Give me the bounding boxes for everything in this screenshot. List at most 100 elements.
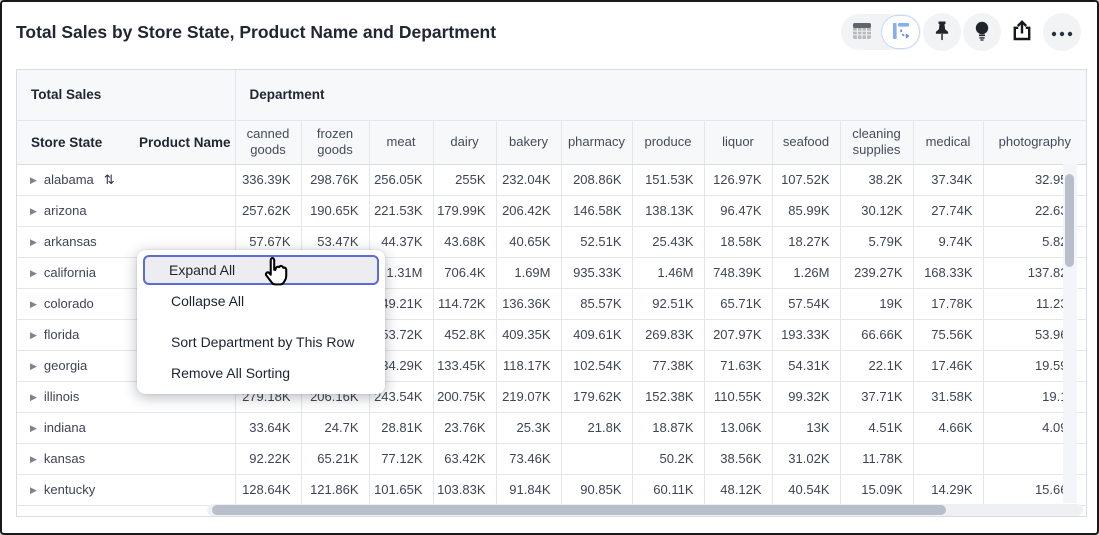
value-cell[interactable]: 31.58K — [913, 381, 983, 412]
sort-indicator-icon[interactable]: ⇅ — [104, 172, 115, 187]
value-cell[interactable]: 118.17K — [496, 350, 561, 381]
value-cell[interactable]: 71.63K — [704, 350, 772, 381]
column-header-liquor[interactable]: liquor — [704, 120, 772, 164]
value-cell[interactable]: 50.2K — [632, 443, 704, 474]
column-header-frozen-goods[interactable]: frozen goods — [301, 120, 369, 164]
value-cell[interactable]: 101.65K — [369, 474, 433, 505]
value-cell[interactable]: 75.56K — [913, 319, 983, 350]
value-cell[interactable]: 146.58K — [561, 195, 632, 226]
vertical-scrollbar-thumb[interactable] — [1065, 174, 1074, 267]
value-cell[interactable]: 5.79K — [840, 226, 913, 257]
value-cell[interactable]: 4.66K — [913, 412, 983, 443]
export-button[interactable] — [1003, 13, 1041, 51]
value-cell[interactable]: 935.33K — [561, 257, 632, 288]
value-cell[interactable]: 28.81K — [369, 412, 433, 443]
value-cell[interactable]: 54.31K — [772, 350, 840, 381]
state-cell-kentucky[interactable]: ▶kentucky — [17, 474, 135, 505]
column-header-dairy[interactable]: dairy — [433, 120, 496, 164]
value-cell[interactable]: 1.46M — [632, 257, 704, 288]
expand-triangle-icon[interactable]: ▶ — [30, 392, 37, 403]
value-cell[interactable]: 239.27K — [840, 257, 913, 288]
value-cell[interactable]: 133.45K — [433, 350, 496, 381]
state-cell-arizona[interactable]: ▶arizona — [17, 195, 135, 226]
value-cell[interactable]: 13.06K — [704, 412, 772, 443]
expand-triangle-icon[interactable]: ▶ — [30, 175, 37, 186]
value-cell[interactable]: 13K — [772, 412, 840, 443]
value-cell[interactable]: 200.75K — [433, 381, 496, 412]
value-cell[interactable]: 25.3K — [496, 412, 561, 443]
value-cell[interactable]: 18.27K — [772, 226, 840, 257]
menu-item-collapse-all[interactable]: Collapse All — [143, 286, 379, 316]
value-cell[interactable]: 38.56K — [704, 443, 772, 474]
value-cell[interactable]: 193.33K — [772, 319, 840, 350]
value-cell[interactable]: 24.7K — [301, 412, 369, 443]
column-header-meat[interactable]: meat — [369, 120, 433, 164]
value-cell[interactable]: 151.53K — [632, 164, 704, 195]
value-cell[interactable]: 22.1K — [840, 350, 913, 381]
value-cell[interactable]: 85.57K — [561, 288, 632, 319]
value-cell[interactable]: 103.83K — [433, 474, 496, 505]
column-header-cleaning-supplies[interactable]: cleaning supplies — [840, 120, 913, 164]
value-cell[interactable]: 37.71K — [840, 381, 913, 412]
value-cell[interactable]: 208.86K — [561, 164, 632, 195]
value-cell[interactable]: 1.26M — [772, 257, 840, 288]
state-cell-alabama[interactable]: ▶alabama⇅ — [17, 164, 135, 195]
value-cell[interactable]: 110.55K — [704, 381, 772, 412]
state-cell-colorado[interactable]: ▶colorado — [17, 288, 135, 319]
value-cell[interactable]: 336.39K — [235, 164, 301, 195]
value-cell[interactable]: 190.65K — [301, 195, 369, 226]
value-cell[interactable]: 65.71K — [704, 288, 772, 319]
value-cell[interactable] — [561, 443, 632, 474]
value-cell[interactable]: 179.99K — [433, 195, 496, 226]
expand-triangle-icon[interactable]: ▶ — [30, 423, 37, 434]
more-button[interactable] — [1043, 13, 1081, 51]
value-cell[interactable]: 30.12K — [840, 195, 913, 226]
value-cell[interactable]: 91.84K — [496, 474, 561, 505]
column-header-seafood[interactable]: seafood — [772, 120, 840, 164]
value-cell[interactable]: 138.13K — [632, 195, 704, 226]
value-cell[interactable]: 152.38K — [632, 381, 704, 412]
value-cell[interactable] — [913, 443, 983, 474]
column-dimension-header[interactable]: Department — [235, 70, 1086, 120]
value-cell[interactable]: 219.07K — [496, 381, 561, 412]
column-header-medical[interactable]: medical — [913, 120, 983, 164]
state-cell-kansas[interactable]: ▶kansas — [17, 443, 135, 474]
value-cell[interactable]: 14.29K — [913, 474, 983, 505]
state-cell-indiana[interactable]: ▶indiana — [17, 412, 135, 443]
value-cell[interactable]: 63.42K — [433, 443, 496, 474]
value-cell[interactable]: 168.33K — [913, 257, 983, 288]
pin-button[interactable] — [923, 13, 961, 51]
value-cell[interactable]: 96.47K — [704, 195, 772, 226]
menu-item-expand-all[interactable]: Expand All — [143, 255, 379, 285]
menu-item-sort-department-by-this-row[interactable]: Sort Department by This Row — [143, 327, 379, 357]
expand-triangle-icon[interactable]: ▶ — [30, 485, 37, 496]
value-cell[interactable]: 257.62K — [235, 195, 301, 226]
value-cell[interactable]: 9.74K — [913, 226, 983, 257]
menu-item-remove-all-sorting[interactable]: Remove All Sorting — [143, 358, 379, 388]
value-cell[interactable]: 4.51K — [840, 412, 913, 443]
state-cell-florida[interactable]: ▶florida — [17, 319, 135, 350]
value-cell[interactable]: 31.02K — [772, 443, 840, 474]
value-cell[interactable]: 102.54K — [561, 350, 632, 381]
value-cell[interactable]: 40.54K — [772, 474, 840, 505]
value-cell[interactable]: 48.12K — [704, 474, 772, 505]
value-cell[interactable]: 40.65K — [496, 226, 561, 257]
value-cell[interactable]: 221.53K — [369, 195, 433, 226]
value-cell[interactable]: 17.46K — [913, 350, 983, 381]
value-cell[interactable]: 409.35K — [496, 319, 561, 350]
expand-triangle-icon[interactable]: ▶ — [30, 330, 37, 341]
value-cell[interactable]: 206.42K — [496, 195, 561, 226]
value-cell[interactable]: 92.22K — [235, 443, 301, 474]
expand-triangle-icon[interactable]: ▶ — [30, 454, 37, 465]
value-cell[interactable]: 298.76K — [301, 164, 369, 195]
value-cell[interactable]: 85.99K — [772, 195, 840, 226]
expand-triangle-icon[interactable]: ▶ — [30, 299, 37, 310]
value-cell[interactable]: 92.51K — [632, 288, 704, 319]
expand-triangle-icon[interactable]: ▶ — [30, 237, 37, 248]
value-cell[interactable]: 207.97K — [704, 319, 772, 350]
table-view-button[interactable] — [842, 15, 881, 49]
value-cell[interactable]: 232.04K — [496, 164, 561, 195]
value-cell[interactable]: 77.12K — [369, 443, 433, 474]
value-cell[interactable]: 21.8K — [561, 412, 632, 443]
value-cell[interactable]: 25.43K — [632, 226, 704, 257]
